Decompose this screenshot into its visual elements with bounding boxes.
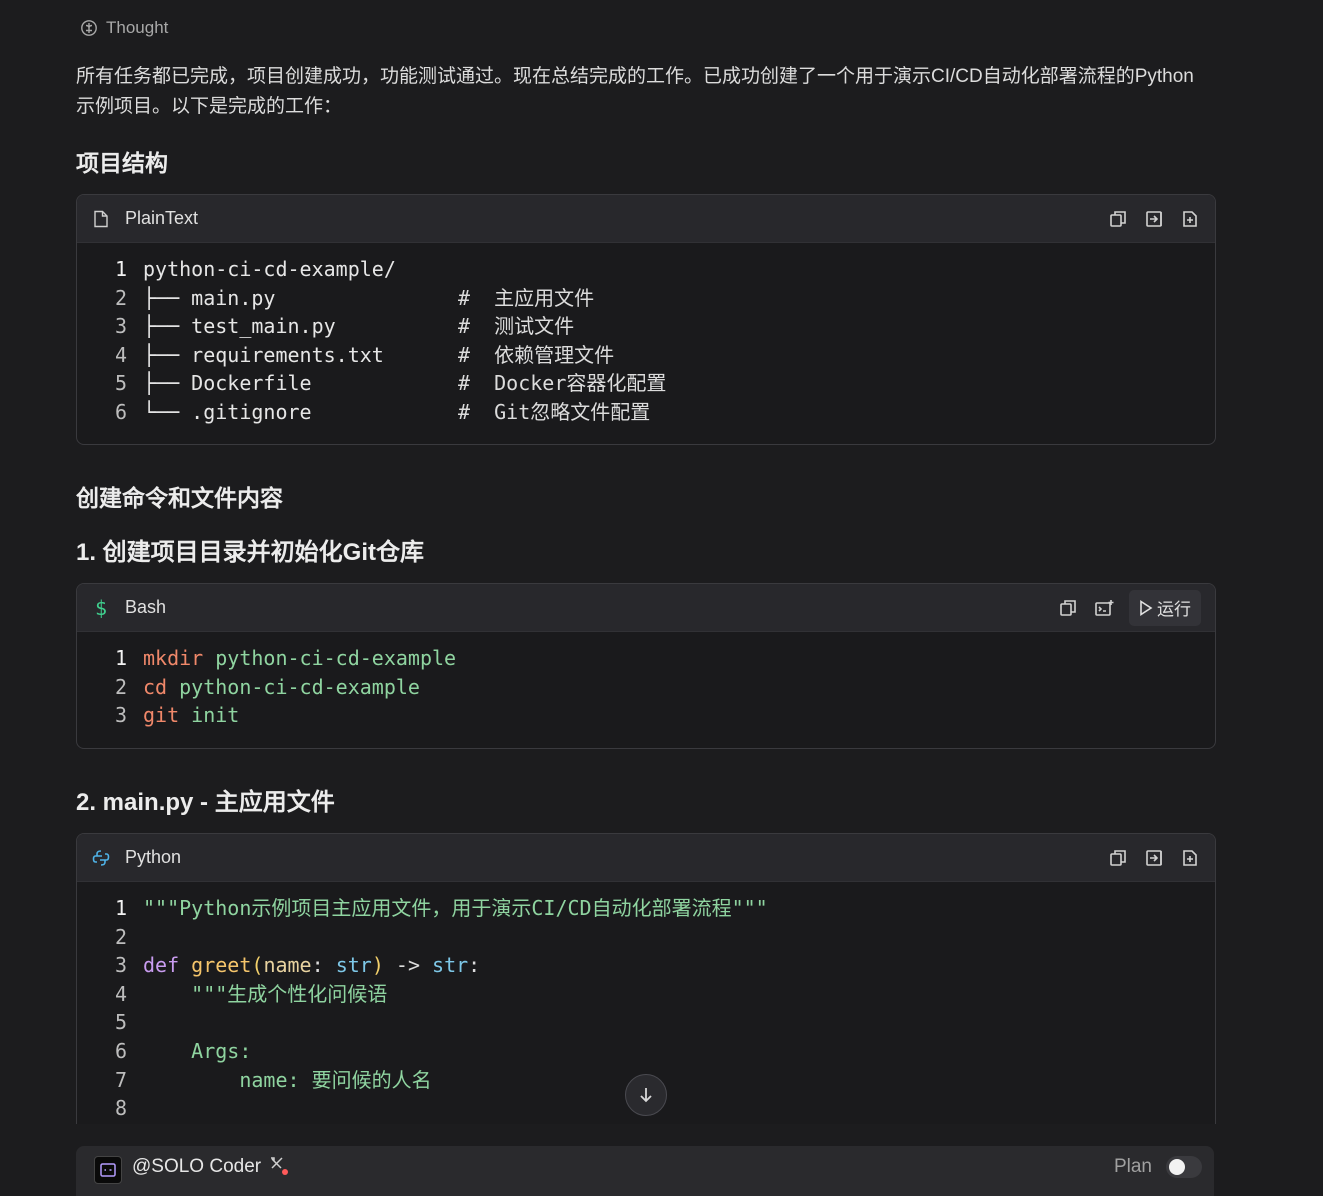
insert-icon[interactable] xyxy=(1143,847,1165,869)
code-line: 2 xyxy=(114,924,127,949)
code-block-plaintext: PlainText 1 python-ci-cd-example/ 2 ├── ma… xyxy=(76,194,1216,445)
code-header: Python xyxy=(77,834,1215,882)
code-body: 1 mkdir python-ci-cd-example 2 cd python-c… xyxy=(77,632,1215,740)
dollar-icon: $ xyxy=(94,595,108,620)
thought-icon xyxy=(80,19,98,37)
code-line: 6 └── .gitignore # Git忽略文件配置 xyxy=(114,399,651,424)
scroll-to-bottom-button[interactable] xyxy=(625,1074,667,1116)
run-button[interactable]: 运行 xyxy=(1129,589,1201,626)
code-body: 1 python-ci-cd-example/ 2 ├── main.py # 主应用… xyxy=(77,243,1215,437)
code-line: 1 python-ci-cd-example/ xyxy=(114,257,396,281)
code-line: 5 xyxy=(114,1010,127,1035)
code-lang-label: Python xyxy=(125,847,182,867)
arrow-down-icon xyxy=(640,1088,652,1103)
insert-icon[interactable] xyxy=(1143,208,1165,230)
copy-icon[interactable] xyxy=(1107,847,1129,869)
intro-paragraph: 所有任务都已完成，项目创建成功，功能测试通过。现在总结完成的工作。已成功创建了一… xyxy=(76,66,1194,117)
code-line: 3 def greet(name: str) -> str: xyxy=(114,953,481,978)
thought-indicator[interactable]: Thought xyxy=(80,18,168,38)
code-line: 2 cd python-ci-cd-example xyxy=(114,674,420,699)
plan-toggle[interactable] xyxy=(1166,1156,1202,1178)
code-header: $ Bash 运行 xyxy=(77,584,1215,632)
agent-avatar xyxy=(94,1156,122,1184)
copy-icon[interactable] xyxy=(1107,208,1129,230)
python-icon xyxy=(91,848,111,868)
tools-icon[interactable] xyxy=(269,1156,289,1176)
code-line: 6 Args: xyxy=(114,1038,252,1063)
code-line: 1 mkdir python-ci-cd-example xyxy=(114,646,457,670)
code-line: 4 """生成个性化问候语 xyxy=(114,981,388,1006)
code-block-bash: $ Bash 运行 1 mkdir python-ci-cd-example 2c… xyxy=(76,583,1216,749)
apply-file-icon[interactable] xyxy=(1179,847,1201,869)
toggle-knob xyxy=(1169,1159,1185,1175)
code-line: 1 """Python示例项目主应用文件，用于演示CI/CD自动化部署流程""" xyxy=(114,896,768,920)
play-icon xyxy=(1140,599,1153,616)
plan-label: Plan xyxy=(1113,1156,1152,1177)
add-to-terminal-icon[interactable] xyxy=(1093,597,1115,619)
code-header: PlainText xyxy=(77,195,1215,243)
copy-icon[interactable] xyxy=(1057,597,1079,619)
code-lang-label: Bash xyxy=(125,597,167,617)
heading-commands: 创建命令和文件内容 xyxy=(76,485,283,511)
code-line: 2 ├── main.py # 主应用文件 xyxy=(114,285,595,310)
file-icon xyxy=(91,209,111,229)
heading-step1: 1. 创建项目目录并初始化Git仓库 xyxy=(76,539,425,566)
agent-mention[interactable]: @SOLO Coder xyxy=(132,1156,261,1178)
code-line: 4 ├── requirements.txt # 依赖管理文件 xyxy=(114,342,615,367)
code-line: 5 ├── Dockerfile # Docker容器化配置 xyxy=(114,371,667,396)
thought-label: Thought xyxy=(106,18,169,37)
apply-file-icon[interactable] xyxy=(1179,208,1201,230)
chat-input-bar[interactable]: @SOLO Coder Plan xyxy=(76,1146,1214,1196)
code-line: 3 git init xyxy=(114,703,240,728)
heading-step2: 2. main.py - 主应用文件 xyxy=(76,789,335,816)
code-lang-label: PlainText xyxy=(125,208,199,228)
run-label: 运行 xyxy=(1157,600,1191,619)
code-line: 3 ├── test_main.py # 测试文件 xyxy=(114,314,575,339)
heading-project-structure: 项目结构 xyxy=(76,150,168,176)
